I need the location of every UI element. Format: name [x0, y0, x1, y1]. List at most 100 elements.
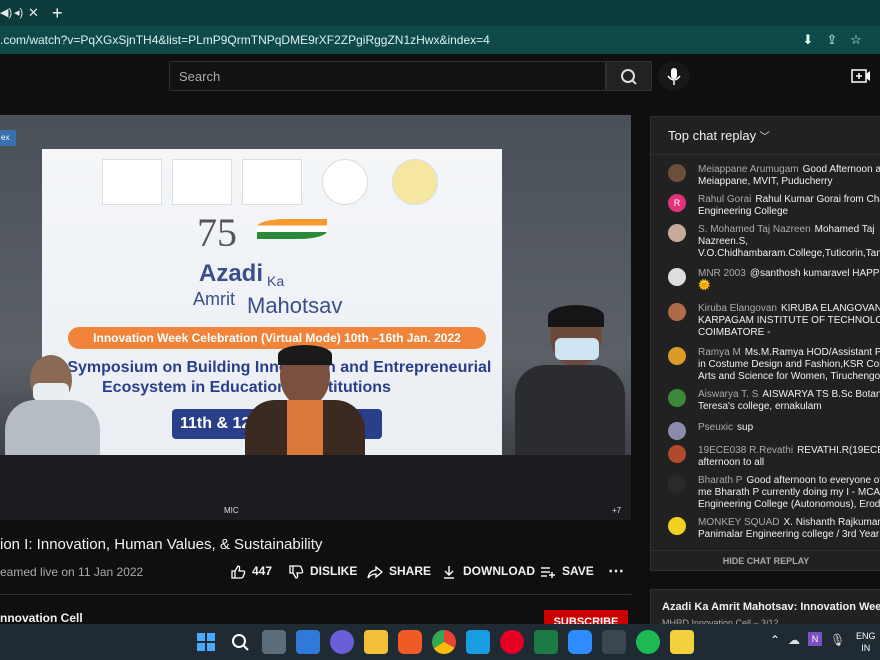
share-page-icon[interactable]: ⇪: [824, 32, 840, 48]
download-icon: [444, 566, 454, 579]
search-icon[interactable]: [228, 630, 252, 654]
avatar[interactable]: [668, 268, 686, 286]
microphone-tray-icon[interactable]: 🎙: [830, 633, 845, 647]
pinterest-icon[interactable]: [500, 630, 524, 654]
onenote-icon[interactable]: N: [808, 632, 822, 646]
chat-author[interactable]: Aiswarya T. S: [698, 389, 758, 400]
thumbs-down-icon: [289, 565, 304, 579]
close-tab-icon[interactable]: ✕: [28, 6, 40, 19]
chat-text-line: Arts and Science for Women, Tiruchengode: [698, 371, 880, 382]
chat-author[interactable]: MONKEY SQUAD: [698, 517, 780, 528]
chat-text-line: COIMBATORE -: [698, 327, 771, 338]
start-icon[interactable]: [194, 630, 218, 654]
avatar[interactable]: [668, 224, 686, 242]
browser-tab-strip: ◀) ◂) ✕ +: [0, 0, 880, 26]
address-bar[interactable]: .com/watch?v=PqXGxSjnTH4&list=PLmP9QrmTN…: [0, 26, 880, 54]
innovation-cell-logo: [322, 159, 368, 205]
chat-author[interactable]: Ramya M: [698, 347, 741, 358]
url-text[interactable]: .com/watch?v=PqXGxSjnTH4&list=PLmP9QrmTN…: [0, 33, 490, 47]
bookmark-star-icon[interactable]: ☆: [848, 32, 864, 48]
chat-text: sup: [737, 422, 754, 433]
chat-text-line: Engineering College (Autonomous), Erode: [698, 499, 880, 510]
thumbs-up-icon: [231, 565, 246, 579]
avatar[interactable]: [668, 445, 686, 463]
subscribe-button[interactable]: SUBSCRIBE: [544, 610, 628, 624]
chrome-icon[interactable]: [432, 630, 456, 654]
banner-amrit: Amrit: [193, 289, 235, 309]
chat-text-line: V.O.Chidhambaram.College,Tuticorin,Tamil…: [698, 248, 880, 259]
streamed-date: eamed live on 11 Jan 2022: [0, 565, 144, 579]
flag-graphic: [257, 219, 327, 239]
chat-author[interactable]: Rahul Gorai: [698, 194, 751, 205]
avatar[interactable]: [668, 303, 686, 321]
chat-author[interactable]: S. Mohamed Taj Nazreen: [698, 224, 811, 235]
chat-text-line: Nazreen.S,: [698, 236, 749, 247]
teams-chat-icon[interactable]: [330, 630, 354, 654]
save-label: SAVE: [562, 564, 594, 579]
like-button[interactable]: 447: [230, 564, 272, 582]
search-icon: [621, 69, 637, 85]
chat-text-line: 🌞: [698, 280, 711, 291]
windows-taskbar: ⌃ ☁ N 🎙 ENG IN: [0, 624, 880, 660]
avatar[interactable]: [668, 517, 686, 535]
avatar[interactable]: [668, 347, 686, 365]
install-icon[interactable]: ⬇: [800, 32, 816, 48]
avatar[interactable]: [668, 475, 686, 493]
aicte-logo: [392, 159, 438, 205]
chat-author[interactable]: Kiruba Elangovan: [698, 303, 777, 314]
tray-chevron-icon[interactable]: ⌃: [770, 633, 780, 647]
hide-chat-button[interactable]: HIDE CHAT REPLAY: [651, 550, 880, 572]
download-button[interactable]: DOWNLOAD: [441, 564, 535, 582]
cloud-icon[interactable]: ☁: [788, 633, 800, 647]
store-icon[interactable]: [466, 630, 490, 654]
new-tab-button[interactable]: +: [52, 3, 63, 23]
zoom-icon[interactable]: [568, 630, 592, 654]
search-placeholder: Search: [179, 69, 221, 84]
task-view-icon[interactable]: [262, 630, 286, 654]
playlist-panel[interactable]: Azadi Ka Amrit Mahotsav: Innovation Week…: [650, 589, 880, 629]
file-explorer-icon[interactable]: [364, 630, 388, 654]
chat-author[interactable]: Bharath P: [698, 475, 742, 486]
widgets-icon[interactable]: [296, 630, 320, 654]
youtube-header: Search: [0, 54, 880, 98]
chat-text: @santhosh kumaravel HAPPY: [749, 268, 880, 279]
more-actions-icon[interactable]: ⋯: [608, 561, 624, 580]
spotify-icon[interactable]: [636, 630, 660, 654]
voice-search-button[interactable]: [658, 61, 690, 91]
playlist-add-icon: [541, 567, 555, 578]
audio-icon[interactable]: ◀): [0, 7, 12, 19]
chat-message: Bharath P Good afternoon to everyone of me…: [668, 475, 880, 515]
chat-author[interactable]: Pseuxic: [698, 422, 733, 433]
share-label: SHARE: [389, 564, 432, 579]
video-player[interactable]: 75 Azadi Ka Amrit Mahotsav Innovation We…: [0, 115, 631, 520]
chat-message: S. Mohamed Taj Nazreen Mohamed Taj Nazreen…: [668, 224, 880, 264]
chat-author[interactable]: MNR 2003: [698, 268, 746, 279]
chat-header: Top chat replay ﹀: [651, 117, 880, 155]
settings-icon[interactable]: [602, 630, 626, 654]
channel-name[interactable]: nnovation Cell: [0, 611, 83, 625]
language-indicator[interactable]: ENG IN: [856, 630, 876, 654]
playlist-title[interactable]: Azadi Ka Amrit Mahotsav: Innovation Week: [662, 601, 880, 613]
chat-text-line: Engineering College: [698, 206, 789, 217]
search-button[interactable]: [606, 61, 652, 91]
avatar[interactable]: [668, 422, 686, 440]
avatar[interactable]: R: [668, 194, 686, 212]
search-input[interactable]: Search: [169, 61, 606, 91]
chat-author[interactable]: Meiappane Arumugam: [698, 164, 799, 175]
create-video-button[interactable]: [850, 66, 872, 86]
chat-text: AISWARYA TS B.Sc Botany: [762, 389, 880, 400]
download-label: DOWNLOAD: [463, 564, 535, 579]
mute-icon[interactable]: ◂): [14, 7, 26, 19]
chat-author[interactable]: 19ECE038 R.Revathi: [698, 445, 793, 456]
avatar[interactable]: [668, 164, 686, 182]
dislike-button[interactable]: DISLIKE: [288, 564, 357, 582]
banner-ka: Ka: [267, 273, 285, 289]
brave-browser-icon[interactable]: [398, 630, 422, 654]
logos-row: [102, 155, 438, 205]
chat-mode-dropdown[interactable]: Top chat replay ﹀: [668, 128, 770, 143]
save-button[interactable]: SAVE: [540, 564, 594, 582]
excel-icon[interactable]: [534, 630, 558, 654]
sticky-notes-icon[interactable]: [670, 630, 694, 654]
avatar[interactable]: [668, 389, 686, 407]
share-button[interactable]: SHARE: [367, 564, 431, 582]
